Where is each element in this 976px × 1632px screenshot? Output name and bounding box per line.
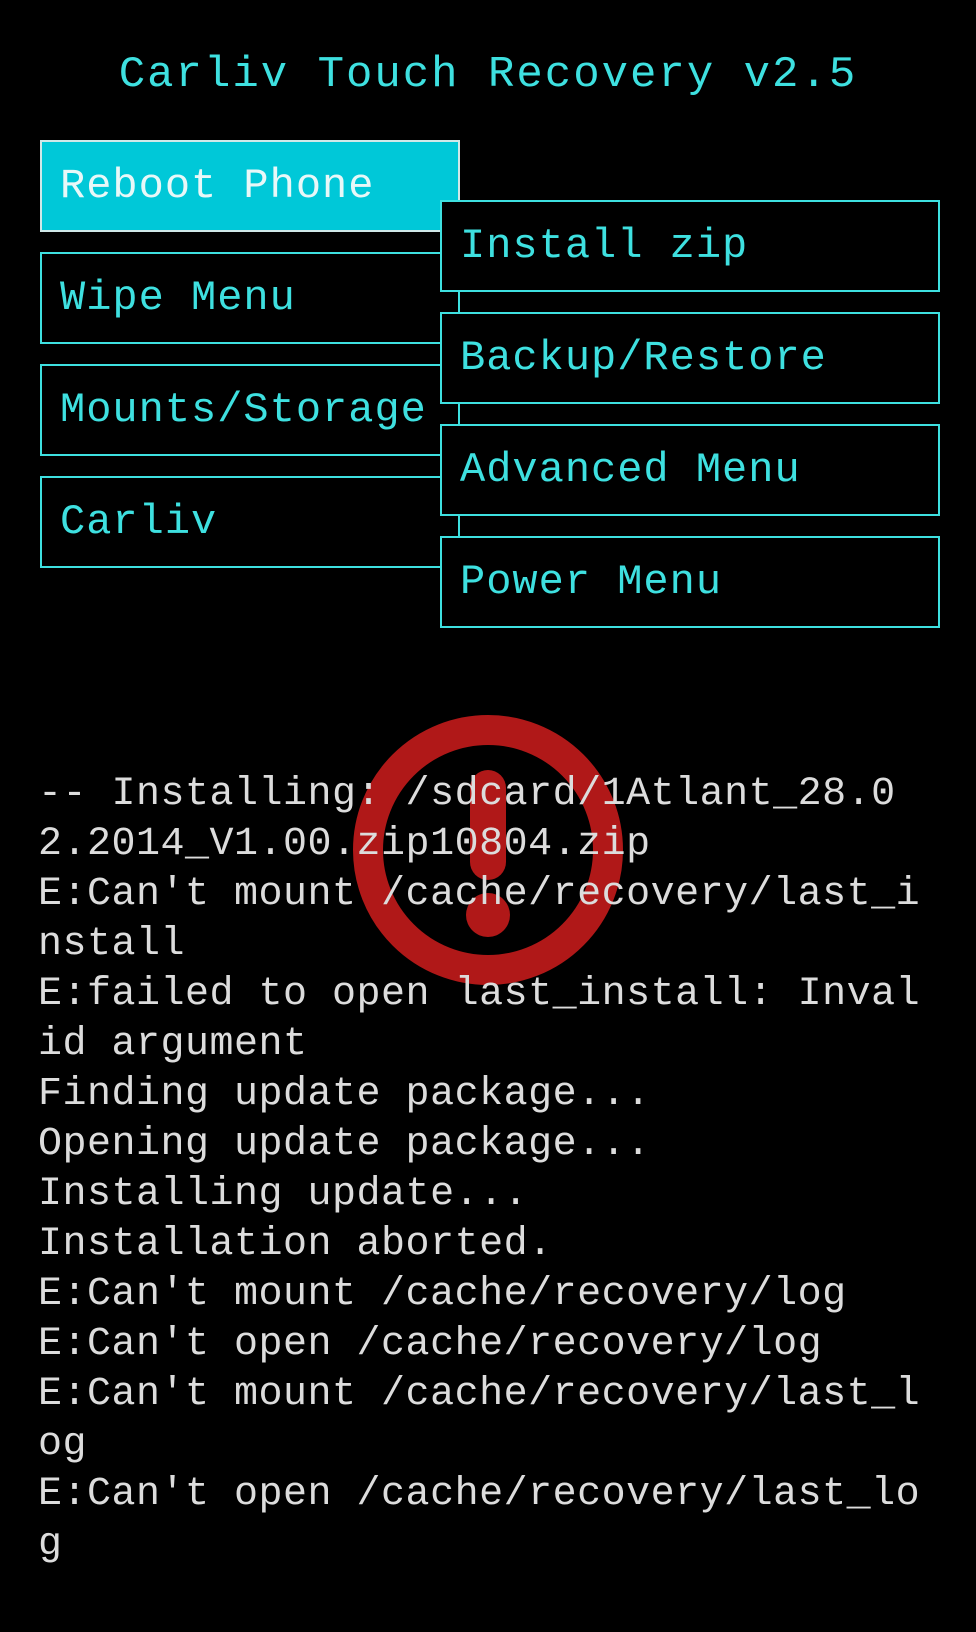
menu-advanced-menu[interactable]: Advanced Menu (440, 424, 940, 516)
menu-backup-restore[interactable]: Backup/Restore (440, 312, 940, 404)
menu-area: Reboot Phone Wipe Menu Mounts/Storage Ca… (30, 140, 946, 760)
menu-column-right: Install zip Backup/Restore Advanced Menu… (440, 200, 940, 628)
recovery-screen: Carliv Touch Recovery v2.5 Reboot Phone … (0, 0, 976, 1632)
menu-reboot-phone[interactable]: Reboot Phone (40, 140, 460, 232)
menu-power-menu[interactable]: Power Menu (440, 536, 940, 628)
menu-install-zip[interactable]: Install zip (440, 200, 940, 292)
log-output: -- Installing: /sdcard/1Atlant_28.02.201… (30, 770, 946, 1570)
menu-mounts-storage[interactable]: Mounts/Storage (40, 364, 460, 456)
menu-column-left: Reboot Phone Wipe Menu Mounts/Storage Ca… (40, 140, 460, 568)
page-title: Carliv Touch Recovery v2.5 (30, 50, 946, 100)
menu-carliv[interactable]: Carliv (40, 476, 460, 568)
menu-wipe-menu[interactable]: Wipe Menu (40, 252, 460, 344)
